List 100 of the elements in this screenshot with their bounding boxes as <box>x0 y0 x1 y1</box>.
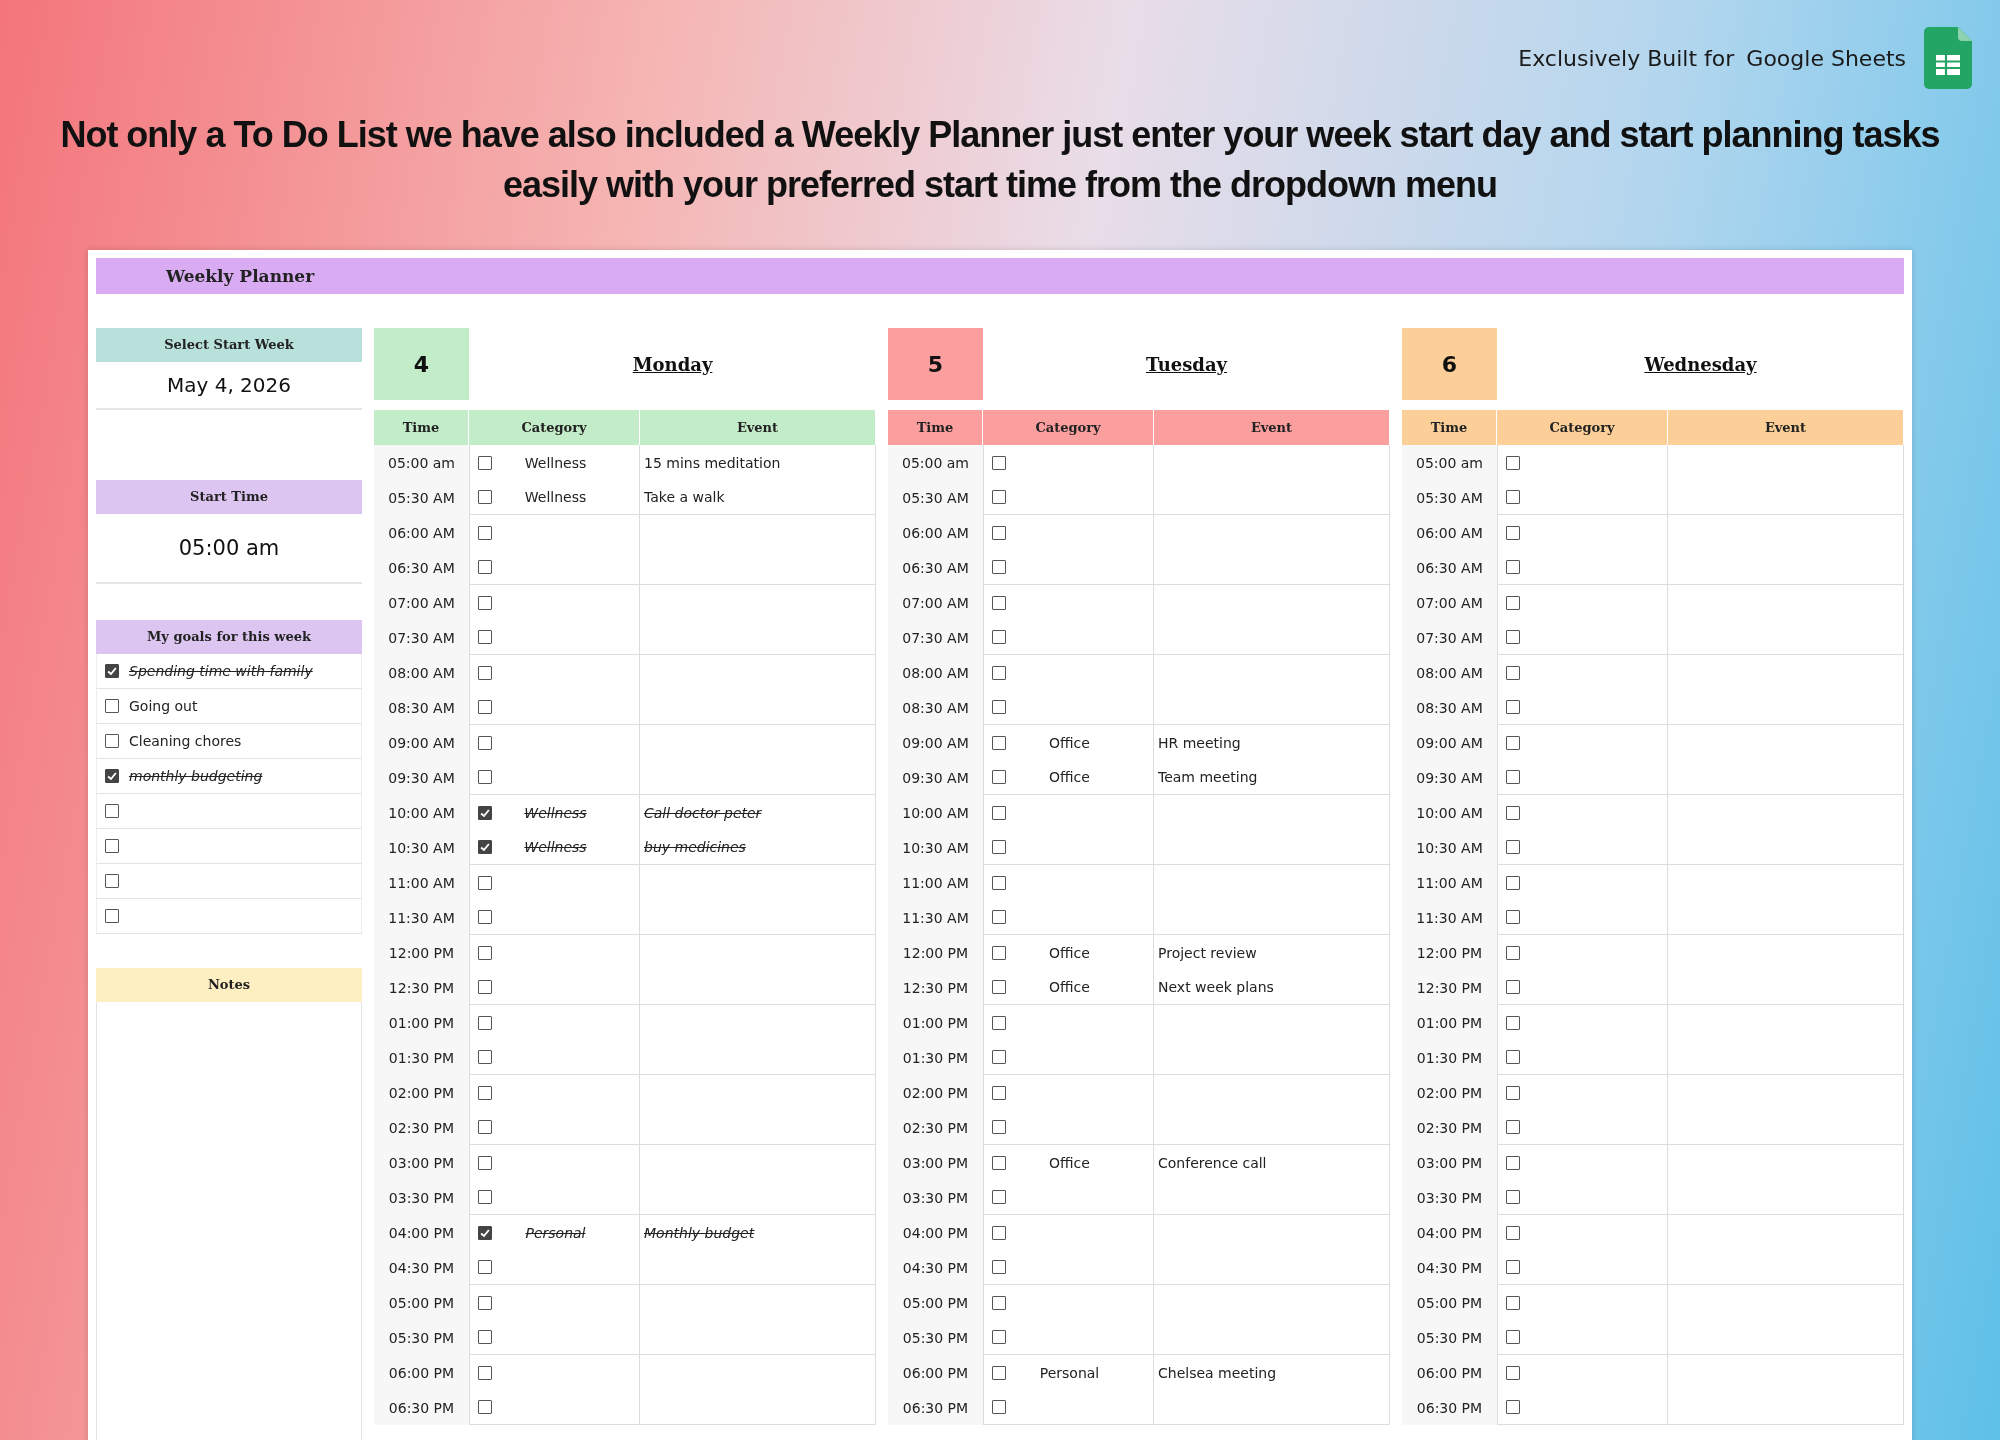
checkbox[interactable] <box>105 839 119 853</box>
time-cell: 02:30 PM <box>1402 1110 1497 1145</box>
checkbox[interactable] <box>478 665 492 680</box>
checkbox[interactable] <box>992 945 1006 960</box>
checkbox[interactable] <box>478 1050 492 1064</box>
checkbox[interactable] <box>478 980 492 994</box>
checkbox[interactable] <box>1506 910 1520 924</box>
checkbox[interactable] <box>1506 665 1520 680</box>
checkbox[interactable] <box>105 769 119 783</box>
checkbox[interactable] <box>478 1400 492 1414</box>
checkbox[interactable] <box>478 805 492 820</box>
checkbox[interactable] <box>992 1295 1006 1310</box>
checkbox[interactable] <box>1506 1260 1520 1274</box>
checkbox[interactable] <box>1506 525 1520 540</box>
checkbox[interactable] <box>1506 770 1520 784</box>
checkbox[interactable] <box>992 1190 1006 1204</box>
checkbox[interactable] <box>992 700 1006 714</box>
checkbox[interactable] <box>478 1365 492 1380</box>
checkbox[interactable] <box>1506 1120 1520 1134</box>
checkbox[interactable] <box>478 1190 492 1204</box>
checkbox[interactable] <box>992 490 1006 504</box>
checkbox[interactable] <box>478 1225 492 1240</box>
checkbox[interactable] <box>478 1295 492 1310</box>
checkbox[interactable] <box>478 1120 492 1134</box>
checkbox[interactable] <box>478 875 492 890</box>
checkbox[interactable] <box>478 525 492 540</box>
time-field[interactable]: 05:00 am <box>96 514 362 584</box>
checkbox[interactable] <box>1506 875 1520 890</box>
checkbox[interactable] <box>992 875 1006 890</box>
checkbox[interactable] <box>992 1050 1006 1064</box>
checkbox[interactable] <box>1506 945 1520 960</box>
checkbox[interactable] <box>1506 805 1520 820</box>
checkbox[interactable] <box>1506 840 1520 854</box>
checkbox[interactable] <box>992 560 1006 574</box>
checkbox[interactable] <box>992 735 1006 750</box>
event-cell: 15 mins meditation <box>640 445 876 480</box>
checkbox[interactable] <box>105 874 119 888</box>
checkbox[interactable] <box>992 840 1006 854</box>
checkbox[interactable] <box>478 1330 492 1344</box>
checkbox[interactable] <box>478 700 492 714</box>
checkbox[interactable] <box>992 1330 1006 1344</box>
checkbox[interactable] <box>992 525 1006 540</box>
checkbox[interactable] <box>1506 1365 1520 1380</box>
time-cell: 11:30 AM <box>1402 900 1497 935</box>
checkbox[interactable] <box>1506 1050 1520 1064</box>
checkbox[interactable] <box>992 665 1006 680</box>
checkbox[interactable] <box>478 770 492 784</box>
checkbox[interactable] <box>478 1015 492 1030</box>
checkbox[interactable] <box>1506 630 1520 644</box>
checkbox[interactable] <box>992 1400 1006 1414</box>
checkbox[interactable] <box>992 910 1006 924</box>
checkbox[interactable] <box>105 804 119 818</box>
checkbox[interactable] <box>478 595 492 610</box>
checkbox[interactable] <box>478 1260 492 1274</box>
checkbox[interactable] <box>1506 1330 1520 1344</box>
checkbox[interactable] <box>105 664 119 678</box>
checkbox[interactable] <box>992 805 1006 820</box>
checkbox[interactable] <box>992 1120 1006 1134</box>
checkbox[interactable] <box>478 455 492 470</box>
day-name: Tuesday <box>1144 352 1229 377</box>
goal-text: Cleaning chores <box>129 733 242 749</box>
checkbox[interactable] <box>992 1015 1006 1030</box>
checkbox[interactable] <box>478 560 492 574</box>
checkbox[interactable] <box>992 770 1006 784</box>
checkbox[interactable] <box>992 1225 1006 1240</box>
checkbox[interactable] <box>1506 560 1520 574</box>
checkbox[interactable] <box>1506 1155 1520 1170</box>
checkbox[interactable] <box>105 909 119 923</box>
checkbox[interactable] <box>1506 735 1520 750</box>
checkbox[interactable] <box>1506 1225 1520 1240</box>
checkbox[interactable] <box>1506 1085 1520 1100</box>
checkbox[interactable] <box>1506 455 1520 470</box>
checkbox[interactable] <box>1506 490 1520 504</box>
checkbox[interactable] <box>992 455 1006 470</box>
checkbox[interactable] <box>992 1085 1006 1100</box>
checkbox[interactable] <box>478 945 492 960</box>
checkbox[interactable] <box>478 735 492 750</box>
checkbox[interactable] <box>1506 1190 1520 1204</box>
checkbox[interactable] <box>478 1155 492 1170</box>
date-field[interactable]: May 4, 2026 <box>96 362 362 410</box>
checkbox[interactable] <box>105 734 119 748</box>
checkbox[interactable] <box>1506 595 1520 610</box>
checkbox[interactable] <box>992 595 1006 610</box>
checkbox[interactable] <box>478 490 492 504</box>
checkbox[interactable] <box>1506 700 1520 714</box>
checkbox[interactable] <box>1506 1015 1520 1030</box>
checkbox[interactable] <box>992 980 1006 994</box>
checkbox[interactable] <box>992 1365 1006 1380</box>
checkbox[interactable] <box>992 1155 1006 1170</box>
time-cell: 02:30 PM <box>374 1110 469 1145</box>
checkbox[interactable] <box>1506 980 1520 994</box>
checkbox[interactable] <box>478 630 492 644</box>
checkbox[interactable] <box>478 840 492 854</box>
checkbox[interactable] <box>1506 1295 1520 1310</box>
checkbox[interactable] <box>992 630 1006 644</box>
checkbox[interactable] <box>992 1260 1006 1274</box>
checkbox[interactable] <box>478 1085 492 1100</box>
checkbox[interactable] <box>105 699 119 713</box>
checkbox[interactable] <box>478 910 492 924</box>
checkbox[interactable] <box>1506 1400 1520 1414</box>
